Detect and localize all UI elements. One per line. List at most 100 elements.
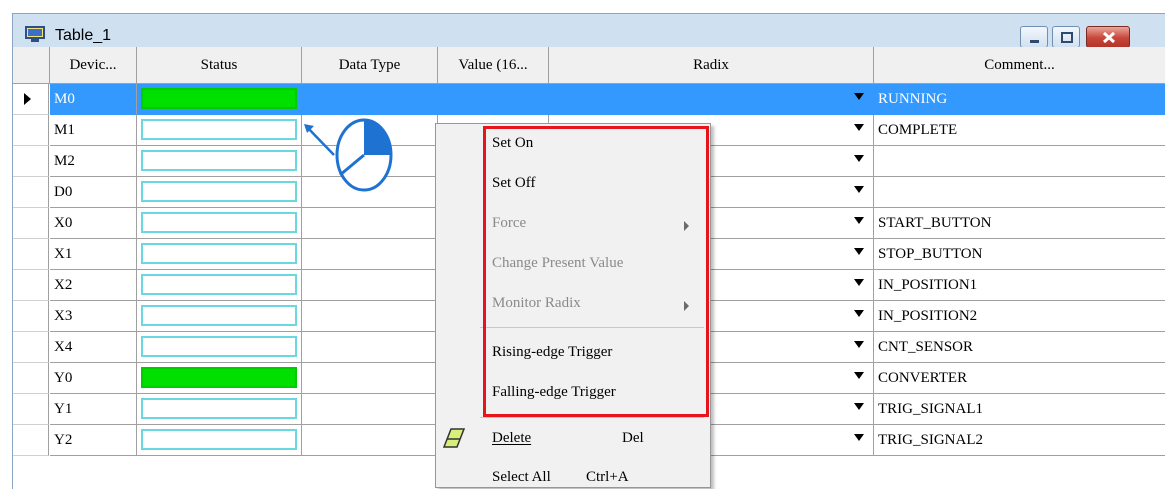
row-indicator[interactable]: [13, 394, 49, 425]
status-indicator: [141, 243, 297, 264]
device-cell[interactable]: Y1: [50, 394, 137, 425]
highlight-box: [483, 126, 709, 417]
status-cell[interactable]: [137, 394, 302, 425]
comment-cell[interactable]: [874, 177, 1165, 208]
row-indicator[interactable]: [13, 239, 49, 270]
eraser-icon: [442, 428, 466, 448]
menu-delete[interactable]: Delete: [492, 430, 531, 447]
current-row-arrow-icon: [24, 93, 31, 105]
status-cell[interactable]: [137, 363, 302, 394]
data-type-cell[interactable]: [302, 301, 438, 332]
status-indicator: [141, 336, 297, 357]
status-cell[interactable]: [137, 270, 302, 301]
window-title: Table_1: [55, 27, 112, 44]
radix-dropdown-icon[interactable]: [854, 310, 864, 317]
comment-cell[interactable]: TRIG_SIGNAL2: [874, 425, 1165, 456]
comment-cell[interactable]: TRIG_SIGNAL1: [874, 394, 1165, 425]
header-corner: [13, 47, 50, 83]
data-type-cell[interactable]: [302, 363, 438, 394]
status-cell[interactable]: [137, 239, 302, 270]
device-cell[interactable]: D0: [50, 177, 137, 208]
header-data-type[interactable]: Data Type: [302, 47, 438, 83]
close-icon: [1102, 31, 1116, 44]
status-cell[interactable]: [137, 146, 302, 177]
status-cell[interactable]: [137, 84, 302, 115]
radix-dropdown-icon[interactable]: [854, 403, 864, 410]
data-type-cell[interactable]: [302, 208, 438, 239]
comment-cell[interactable]: IN_POSITION2: [874, 301, 1165, 332]
comment-cell[interactable]: START_BUTTON: [874, 208, 1165, 239]
status-cell[interactable]: [137, 425, 302, 456]
row-indicator[interactable]: [13, 208, 49, 239]
device-cell[interactable]: X1: [50, 239, 137, 270]
device-cell[interactable]: X0: [50, 208, 137, 239]
device-cell[interactable]: X4: [50, 332, 137, 363]
row-indicator[interactable]: [13, 363, 49, 394]
table-row[interactable]: M0 RUNNING: [13, 84, 1165, 115]
data-type-cell[interactable]: [302, 425, 438, 456]
comment-cell[interactable]: CNT_SENSOR: [874, 332, 1165, 363]
data-type-cell[interactable]: [302, 84, 438, 115]
row-indicator[interactable]: [13, 301, 49, 332]
status-cell[interactable]: [137, 332, 302, 363]
radix-dropdown-icon[interactable]: [854, 217, 864, 224]
row-indicator[interactable]: [13, 332, 49, 363]
radix-dropdown-icon[interactable]: [854, 341, 864, 348]
device-cell[interactable]: M2: [50, 146, 137, 177]
status-indicator: [141, 119, 297, 140]
menu-select-all[interactable]: Select All: [492, 469, 551, 486]
row-indicator[interactable]: [13, 270, 49, 301]
status-indicator: [141, 88, 297, 109]
row-indicator[interactable]: [13, 84, 49, 115]
device-cell[interactable]: X2: [50, 270, 137, 301]
header-value[interactable]: Value (16...: [438, 47, 549, 83]
status-indicator: [141, 181, 297, 202]
status-cell[interactable]: [137, 301, 302, 332]
status-indicator: [141, 150, 297, 171]
comment-cell[interactable]: IN_POSITION1: [874, 270, 1165, 301]
row-indicator[interactable]: [13, 425, 49, 456]
radix-dropdown-icon[interactable]: [854, 372, 864, 379]
radix-dropdown-icon[interactable]: [854, 124, 864, 131]
header-device[interactable]: Devic...: [50, 47, 137, 83]
minimize-button[interactable]: [1020, 26, 1048, 48]
radix-dropdown-icon[interactable]: [854, 186, 864, 193]
row-indicator[interactable]: [13, 177, 49, 208]
comment-cell[interactable]: STOP_BUTTON: [874, 239, 1165, 270]
radix-dropdown-icon[interactable]: [854, 155, 864, 162]
row-indicator[interactable]: [13, 115, 49, 146]
device-cell[interactable]: M0: [50, 84, 137, 115]
restore-button[interactable]: [1052, 26, 1080, 48]
value-cell[interactable]: [438, 84, 549, 115]
status-indicator: [141, 212, 297, 233]
monitor-table-icon: [25, 26, 45, 42]
close-button[interactable]: [1086, 26, 1130, 48]
device-cell[interactable]: Y0: [50, 363, 137, 394]
data-type-cell[interactable]: [302, 332, 438, 363]
top-strip: [0, 0, 1165, 13]
comment-cell[interactable]: RUNNING: [874, 84, 1165, 115]
header-radix[interactable]: Radix: [549, 47, 874, 83]
menu-separator: [480, 417, 704, 418]
row-indicator[interactable]: [13, 146, 49, 177]
comment-cell[interactable]: CONVERTER: [874, 363, 1165, 394]
status-cell[interactable]: [137, 115, 302, 146]
status-cell[interactable]: [137, 208, 302, 239]
header-comment[interactable]: Comment...: [874, 47, 1165, 83]
table-header: Devic... Status Data Type Value (16... R…: [13, 47, 1165, 84]
device-cell[interactable]: X3: [50, 301, 137, 332]
data-type-cell[interactable]: [302, 239, 438, 270]
radix-dropdown-icon[interactable]: [854, 434, 864, 441]
device-cell[interactable]: M1: [50, 115, 137, 146]
comment-cell[interactable]: COMPLETE: [874, 115, 1165, 146]
radix-cell[interactable]: [549, 84, 874, 115]
radix-dropdown-icon[interactable]: [854, 248, 864, 255]
comment-cell[interactable]: [874, 146, 1165, 177]
header-status[interactable]: Status: [137, 47, 302, 83]
radix-dropdown-icon[interactable]: [854, 279, 864, 286]
device-cell[interactable]: Y2: [50, 425, 137, 456]
status-cell[interactable]: [137, 177, 302, 208]
data-type-cell[interactable]: [302, 394, 438, 425]
data-type-cell[interactable]: [302, 270, 438, 301]
radix-dropdown-icon[interactable]: [854, 93, 864, 100]
